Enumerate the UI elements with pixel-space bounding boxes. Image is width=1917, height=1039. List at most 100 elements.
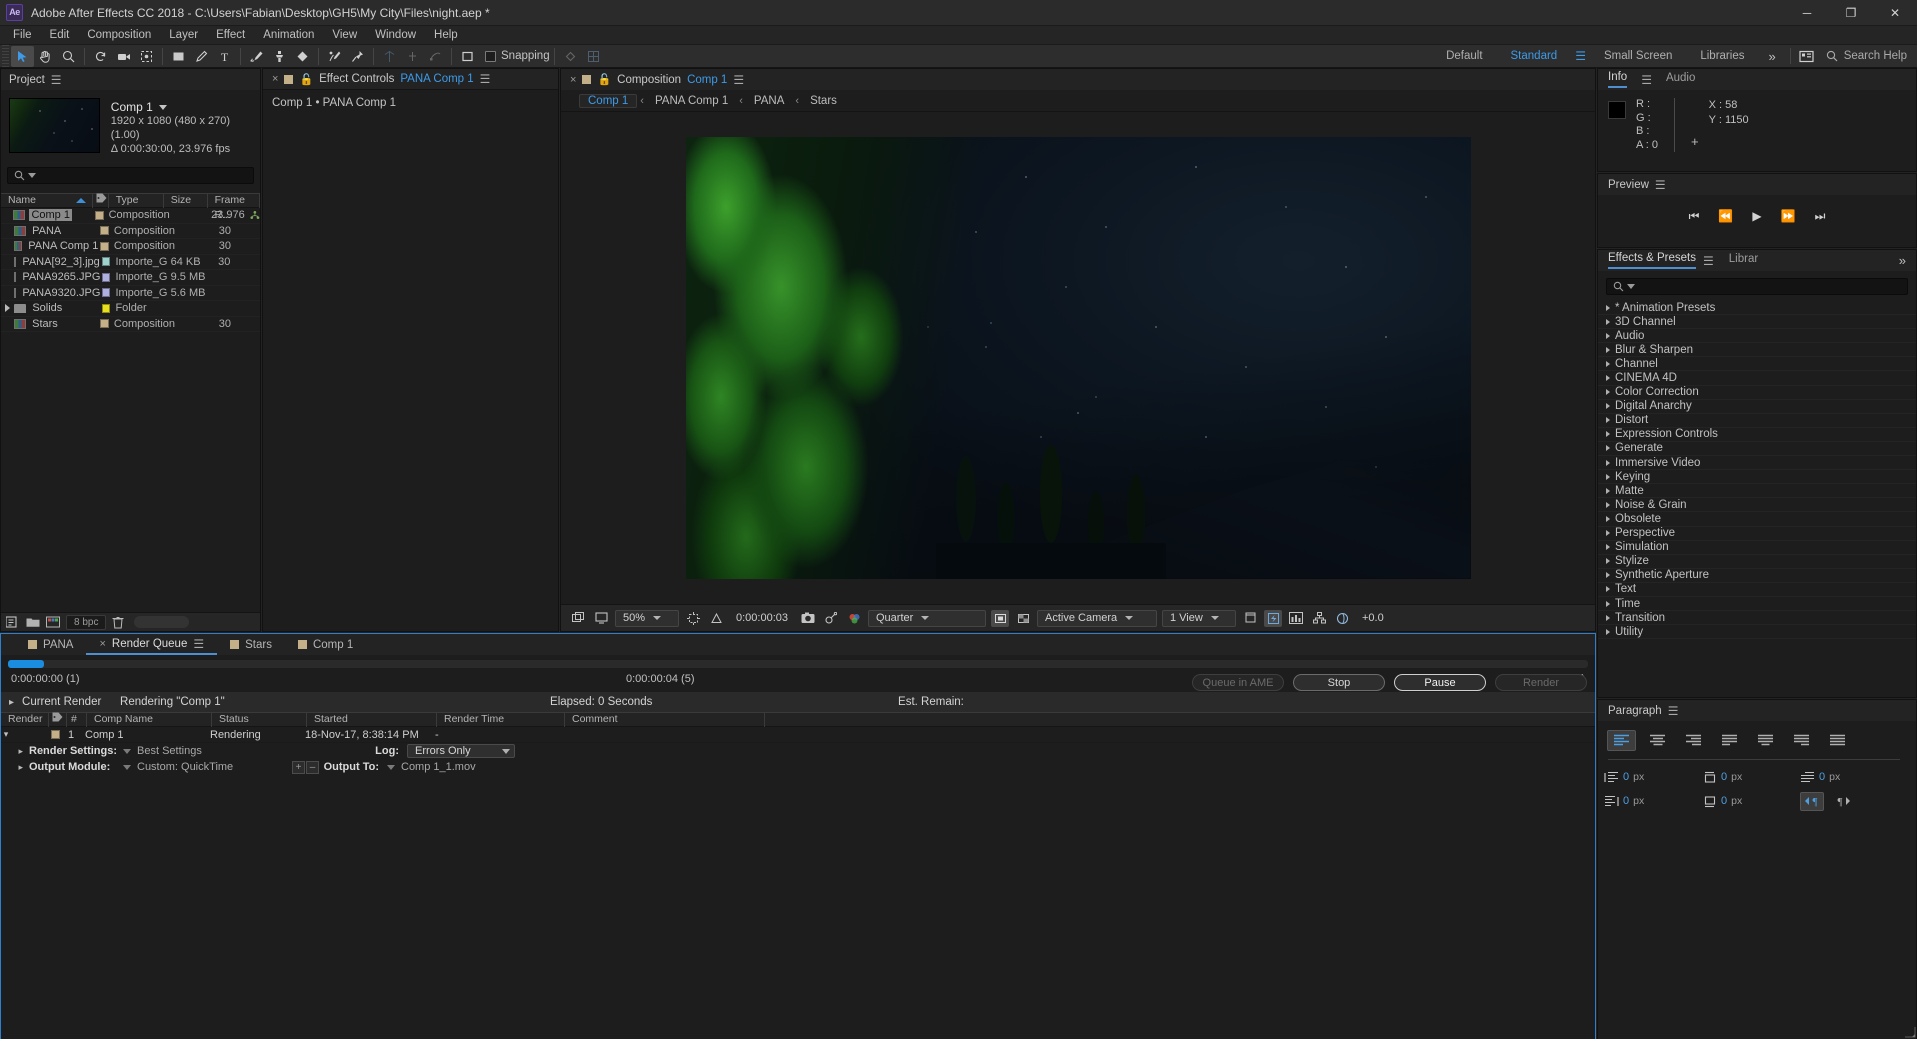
list-item[interactable]: Channel: [1598, 357, 1916, 372]
list-item[interactable]: Utility: [1598, 625, 1916, 640]
main-view-icon[interactable]: [592, 610, 610, 627]
lock-icon[interactable]: 🔓: [597, 73, 611, 86]
camera-tool-icon[interactable]: [112, 46, 135, 67]
pen-tool-icon[interactable]: [190, 46, 213, 67]
snapping-checkbox[interactable]: [485, 50, 496, 62]
workspace-default[interactable]: Default: [1432, 45, 1496, 68]
table-row[interactable]: PANA[92_3].jpg Importe_G 64 KB 30: [1, 255, 260, 270]
column-comp-name[interactable]: Comp Name: [87, 712, 212, 727]
menu-file[interactable]: File: [4, 26, 41, 45]
column-framerate[interactable]: Frame R...: [208, 193, 261, 221]
list-item[interactable]: Digital Anarchy: [1598, 400, 1916, 414]
column-number[interactable]: #: [67, 712, 87, 727]
show-channel-icon[interactable]: [845, 610, 863, 627]
hand-tool-icon[interactable]: [34, 46, 57, 67]
column-started[interactable]: Started: [307, 712, 437, 727]
list-item[interactable]: Perspective: [1598, 527, 1916, 541]
align-center-button[interactable]: [1643, 730, 1672, 751]
play-icon[interactable]: ▶: [1752, 209, 1761, 224]
prev-frame-icon[interactable]: ⏪: [1718, 209, 1733, 224]
breadcrumb-comp-1[interactable]: Comp 1: [579, 93, 638, 108]
timeline-graph-icon[interactable]: [1287, 610, 1305, 627]
close-tab-icon[interactable]: ×: [570, 74, 576, 86]
choose-grid-guide-icon[interactable]: [707, 610, 725, 627]
close-tab-icon[interactable]: ×: [99, 638, 105, 650]
selection-tool-icon[interactable]: [11, 45, 34, 67]
menu-layer[interactable]: Layer: [160, 26, 207, 45]
toolbar-grip[interactable]: [0, 44, 9, 68]
space-after-paragraph-field[interactable]: 0 px: [1702, 790, 1798, 812]
queue-in-ame-button[interactable]: Queue in AME: [1192, 674, 1284, 691]
close-tab-icon[interactable]: ×: [272, 73, 278, 85]
indent-right-margin-field[interactable]: 0 px: [1604, 790, 1700, 812]
tab-render-queue[interactable]: × Render Queue ☰: [86, 634, 218, 655]
column-comment[interactable]: Comment: [565, 712, 765, 727]
resize-grip-icon[interactable]: [1904, 1026, 1916, 1038]
label-swatch[interactable]: [101, 303, 111, 313]
toggle-transparency-grid-icon[interactable]: [1014, 610, 1032, 627]
remove-output-module-icon[interactable]: –: [306, 760, 319, 774]
info-panel-menu-icon[interactable]: ☰: [1641, 74, 1652, 86]
render-queue-menu-icon[interactable]: ☰: [193, 638, 204, 650]
mask-shape-icon[interactable]: [424, 46, 447, 67]
label-swatch[interactable]: [101, 272, 111, 282]
list-item[interactable]: Obsolete: [1598, 512, 1916, 527]
shape-tool-icon[interactable]: [167, 46, 190, 67]
indent-left-margin-field[interactable]: 0 px: [1604, 766, 1700, 788]
rtl-text-direction-button[interactable]: ¶: [1831, 792, 1855, 811]
brush-tool-icon[interactable]: [245, 46, 268, 67]
composition-canvas[interactable]: [685, 136, 1471, 579]
workspace-libraries[interactable]: Libraries: [1686, 45, 1758, 68]
view-layout-select[interactable]: 1 View: [1162, 609, 1236, 627]
preview-panel-menu-icon[interactable]: ☰: [1655, 179, 1666, 191]
effects-panel-menu-icon[interactable]: ☰: [1703, 255, 1714, 267]
menu-edit[interactable]: Edit: [41, 26, 79, 45]
bit-depth-button[interactable]: 8 bpc: [66, 614, 107, 630]
justify-last-left-button[interactable]: [1715, 730, 1744, 751]
workspace-small-screen[interactable]: Small Screen: [1590, 45, 1686, 68]
space-before-paragraph-field[interactable]: 0 px: [1702, 766, 1798, 788]
align-left-button[interactable]: [1607, 730, 1636, 751]
last-frame-icon[interactable]: ⏭: [1815, 209, 1826, 224]
pan-behind-anchor-tool-icon[interactable]: [135, 46, 158, 67]
search-dropdown-icon[interactable]: [1627, 284, 1635, 289]
table-row[interactable]: PANA9265.JPG Importe_G 9.5 MB: [1, 270, 260, 286]
minimize-button[interactable]: ─: [1785, 0, 1829, 26]
list-item[interactable]: Generate: [1598, 442, 1916, 457]
align-right-button[interactable]: [1679, 730, 1708, 751]
column-render[interactable]: Render: [1, 712, 49, 727]
label-swatch[interactable]: [100, 241, 109, 251]
project-panel-menu-icon[interactable]: ☰: [51, 74, 62, 86]
close-button[interactable]: ✕: [1873, 0, 1917, 26]
exposure-reset-icon[interactable]: [1333, 610, 1351, 627]
tab-stars[interactable]: Stars: [217, 634, 285, 655]
always-preview-this-view-icon[interactable]: [569, 610, 587, 627]
breadcrumb-pana-comp-1[interactable]: PANA Comp 1: [647, 94, 736, 108]
show-snapshot-icon[interactable]: [822, 610, 840, 627]
list-item[interactable]: Distort: [1598, 414, 1916, 428]
tab-pana[interactable]: PANA: [15, 634, 86, 655]
list-item[interactable]: CINEMA 4D: [1598, 371, 1916, 386]
next-frame-icon[interactable]: ⏩: [1781, 209, 1796, 224]
pixel-aspect-correction-icon[interactable]: [1241, 610, 1259, 627]
region-of-interest-icon[interactable]: [991, 609, 1009, 627]
composition-viewer[interactable]: [561, 112, 1595, 603]
maximize-button[interactable]: ❐: [1829, 0, 1873, 26]
current-time-display[interactable]: 0:00:00:03: [730, 612, 794, 624]
first-frame-icon[interactable]: ⏮: [1689, 209, 1700, 224]
toggle-mask-shape-visibility-icon[interactable]: [684, 610, 702, 627]
take-snapshot-icon[interactable]: [799, 610, 817, 627]
exposure-value[interactable]: +0.0: [1356, 612, 1390, 624]
tab-comp-1[interactable]: Comp 1: [285, 634, 366, 655]
chevron-right-icon[interactable]: [5, 304, 11, 313]
label-swatch[interactable]: [100, 319, 109, 329]
list-item[interactable]: Text: [1598, 583, 1916, 597]
list-item[interactable]: Time: [1598, 597, 1916, 612]
list-item[interactable]: Transition: [1598, 611, 1916, 626]
list-item[interactable]: Noise & Grain: [1598, 498, 1916, 513]
chevron-down-icon[interactable]: [123, 748, 131, 754]
snap-target-icon[interactable]: [559, 46, 582, 67]
twirl-down-icon[interactable]: ▾: [1, 729, 11, 740]
row-twirl[interactable]: [1, 304, 14, 313]
grid-guides-icon[interactable]: [582, 46, 605, 67]
